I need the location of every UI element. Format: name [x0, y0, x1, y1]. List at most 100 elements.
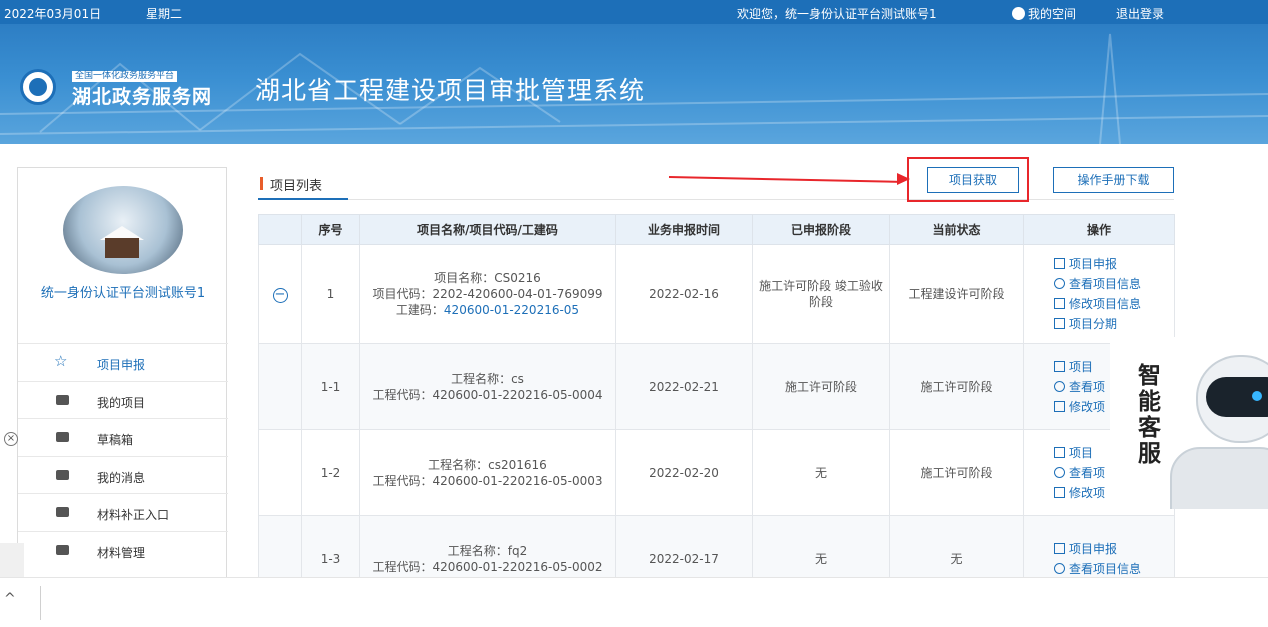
sidebar-item-material-fix[interactable]: 材料补正入口	[18, 493, 228, 531]
op-view-link[interactable]: 查看项目信息	[1054, 559, 1170, 579]
header-seq: 序号	[301, 214, 360, 245]
hubei-logo-icon[interactable]	[20, 69, 56, 105]
project-table: 序号 项目名称/项目代码/工建码 业务申报时间 已申报阶段 当前状态 操作 − …	[258, 214, 1175, 602]
stage-cell: 无	[752, 429, 890, 516]
sidebar-item-project-apply[interactable]: ☆ 项目申报	[18, 343, 228, 381]
material-fix-icon	[56, 507, 69, 517]
download-manual-button[interactable]: 操作手册下载	[1053, 167, 1174, 193]
project-name: 工程名称：fq2	[447, 543, 528, 558]
eye-icon	[1054, 278, 1065, 289]
op-apply-link[interactable]: 项目申报	[1054, 539, 1170, 559]
header-stage: 已申报阶段	[752, 214, 890, 245]
robot-body	[1170, 447, 1268, 509]
collapse-icon[interactable]: −	[272, 287, 288, 303]
ops-cell: 项目申报 查看项目信息 修改项目信息 项目分期	[1023, 244, 1175, 344]
op-view-link[interactable]: 查看项目信息	[1054, 274, 1170, 294]
project-code: 工程代码：420600-01-220216-05-0004	[372, 387, 603, 402]
header-banner: 全国一体化政务服务平台 湖北政务服务网 湖北省工程建设项目审批管理系统	[0, 24, 1268, 144]
smart-service-label: 智能客服	[1138, 363, 1161, 467]
draft-icon	[56, 432, 69, 442]
chevron-up-icon[interactable]: ^	[4, 591, 16, 607]
expand-cell	[258, 343, 302, 430]
document-icon	[1054, 446, 1065, 458]
logout-link[interactable]: 退出登录	[1116, 5, 1164, 22]
fetch-project-button[interactable]: 项目获取	[927, 167, 1019, 193]
eye-icon	[1054, 380, 1065, 392]
divider	[40, 586, 41, 620]
close-icon[interactable]: ×	[4, 432, 18, 446]
eye-icon	[1054, 562, 1065, 574]
header-time: 业务申报时间	[615, 214, 753, 245]
stage-cell: 施工许可阶段 竣工验收阶段	[752, 244, 890, 344]
message-icon	[56, 469, 69, 480]
tab-label: 项目列表	[270, 179, 323, 194]
op-label: 项目分期	[1069, 317, 1118, 331]
tab-header: 项目列表	[258, 170, 1174, 200]
side-panel-tab	[0, 543, 24, 577]
seq-cell: 1-1	[301, 343, 360, 430]
folder-icon	[56, 394, 69, 405]
my-space-label: 我的空间	[1028, 7, 1077, 21]
time-cell: 2022-02-21	[615, 343, 753, 430]
header-status: 当前状态	[889, 214, 1024, 245]
project-cell: 项目名称：CS0216 项目代码：2202-420600-04-01-76909…	[359, 244, 616, 344]
avatar[interactable]	[63, 186, 183, 274]
bottom-bar: ^	[0, 577, 1268, 627]
my-space-link[interactable]: 我的空间	[1012, 5, 1076, 22]
sidebar-item-my-projects[interactable]: 我的项目	[18, 380, 228, 419]
op-label: 修改项目信息	[1069, 297, 1142, 311]
current-weekday: 星期二	[146, 7, 183, 21]
op-label: 查看项	[1069, 379, 1106, 394]
logo-name[interactable]: 湖北政务服务网	[72, 82, 212, 109]
header-ops: 操作	[1023, 214, 1175, 245]
sidebar-item-label: 草稿箱	[97, 433, 134, 447]
project-code: 工程代码：420600-01-220216-05-0002	[372, 559, 603, 574]
op-label: 项目	[1069, 359, 1094, 374]
header-project-name: 项目名称/项目代码/工建码	[359, 214, 616, 245]
time-cell: 2022-02-16	[615, 244, 753, 344]
op-label: 项目	[1069, 445, 1094, 460]
system-title: 湖北省工程建设项目审批管理系统	[255, 76, 646, 105]
sidebar-item-label: 材料管理	[97, 545, 146, 560]
time-cell: 2022-02-20	[615, 429, 753, 516]
table-header-row: 序号 项目名称/项目代码/工建码 业务申报时间 已申报阶段 当前状态 操作	[258, 214, 1175, 245]
table-row: − 1 项目名称：CS0216 项目代码：2202-420600-04-01-7…	[258, 244, 1175, 344]
op-label: 查看项目信息	[1069, 561, 1142, 576]
smart-service-widget[interactable]: 智能客服	[1110, 337, 1268, 509]
project-cell: 工程名称：cs201616 工程代码：420600-01-220216-05-0…	[359, 429, 616, 516]
sidebar-item-messages[interactable]: 我的消息	[18, 455, 228, 494]
project-gcode-line: 工建码：420600-01-220216-05	[364, 302, 611, 318]
project-name: 工程名称：cs201616	[428, 457, 547, 472]
star-icon: ☆	[54, 352, 68, 370]
project-code: 项目代码：2202-420600-04-01-769099	[372, 287, 603, 301]
op-apply-link[interactable]: 项目申报	[1054, 254, 1170, 274]
op-label: 项目申报	[1069, 541, 1118, 556]
sidebar-item-material-manage[interactable]: 材料管理	[18, 530, 228, 569]
user-name: 统一身份认证平台测试账号1	[40, 286, 206, 301]
status-cell: 施工许可阶段	[889, 343, 1024, 430]
current-date: 2022年03月01日	[4, 7, 102, 21]
sidebar-item-drafts[interactable]: 草稿箱	[18, 418, 228, 456]
op-label: 查看项	[1069, 465, 1106, 480]
op-edit-link[interactable]: 修改项目信息	[1054, 294, 1170, 314]
document-icon	[1054, 400, 1065, 412]
header-expand	[258, 214, 302, 245]
gcode-link[interactable]: 420600-01-220216-05	[444, 303, 579, 317]
op-label: 修改项	[1069, 399, 1106, 414]
sidebar-item-label: 我的消息	[97, 470, 146, 485]
sidebar-item-label: 材料补正入口	[97, 508, 170, 522]
expand-cell	[258, 429, 302, 516]
op-label: 项目申报	[1069, 257, 1118, 271]
expand-cell: −	[258, 244, 302, 344]
gcode-label: 工建码：	[395, 303, 444, 317]
logo-tagline: 全国一体化政务服务平台	[72, 71, 178, 82]
user-icon	[1012, 7, 1025, 20]
document-icon	[1054, 542, 1065, 554]
stage-cell: 施工许可阶段	[752, 343, 890, 430]
op-phase-link[interactable]: 项目分期	[1054, 314, 1170, 334]
op-label: 修改项	[1069, 485, 1106, 500]
tab-project-list[interactable]: 项目列表	[258, 170, 348, 200]
document-icon	[1054, 360, 1065, 372]
table-row: 1-2 工程名称：cs201616 工程代码：420600-01-220216-…	[258, 429, 1175, 516]
document-icon	[1054, 298, 1065, 309]
